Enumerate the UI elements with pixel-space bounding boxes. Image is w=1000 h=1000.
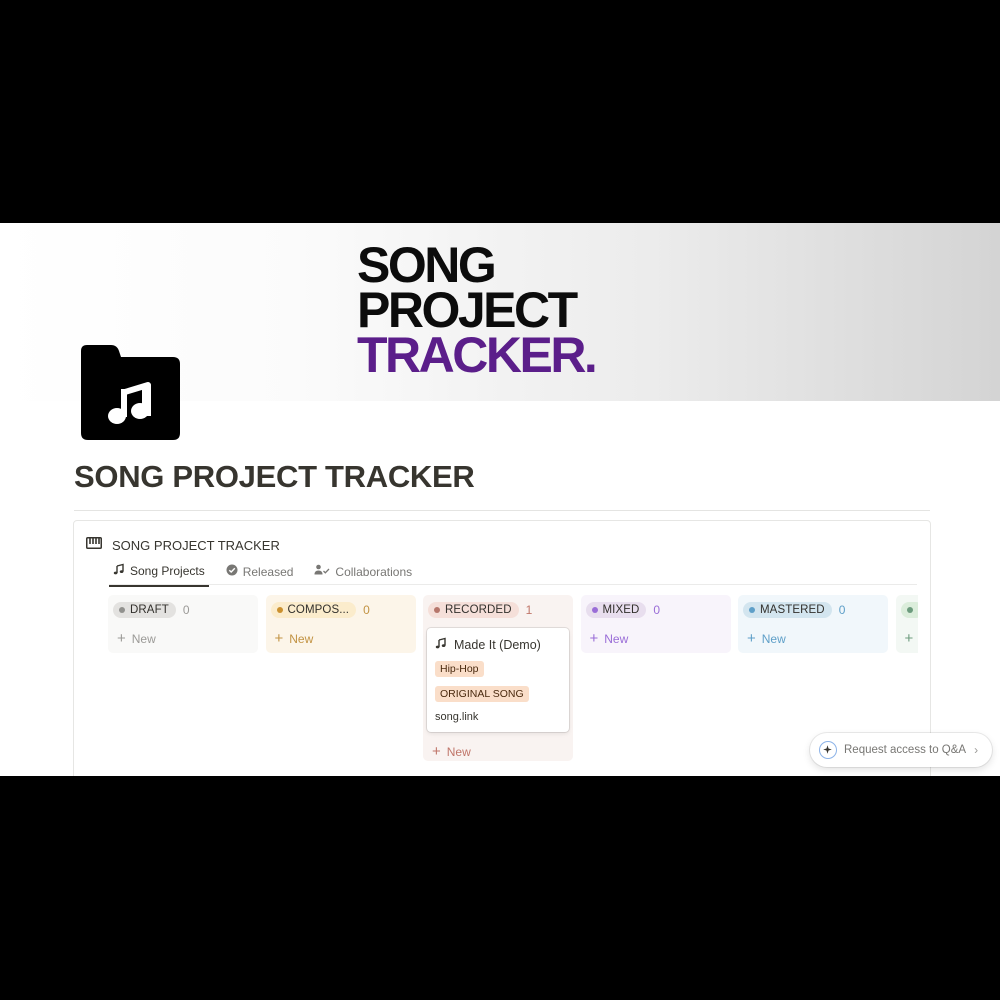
card-link[interactable]: song.link: [435, 711, 561, 723]
new-item-button[interactable]: + New: [108, 619, 258, 650]
tab-label: Collaborations: [335, 564, 413, 579]
board-column: MASTERED 0 + New: [738, 595, 888, 653]
page-title[interactable]: SONG PROJECT TRACKER: [74, 459, 475, 495]
title-divider: [74, 510, 930, 511]
notion-page: SONG PROJECT TRACKER. SONG PROJECT TRACK…: [0, 223, 1000, 776]
card-title-text: Made It (Demo): [454, 637, 541, 652]
status-dot-icon: [591, 606, 598, 613]
board-column: RECORDED 1 Made It (Demo) Hip-Hop ORIGINAL S…: [423, 595, 573, 761]
tag: ORIGINAL SONG: [435, 686, 529, 702]
database-title[interactable]: SONG PROJECT TRACKER: [112, 538, 280, 553]
people-check-icon: [314, 564, 330, 579]
check-circle-icon: [226, 564, 238, 579]
column-count: 0: [653, 602, 661, 617]
status-name: MASTERED: [760, 603, 825, 616]
plus-icon: +: [904, 630, 914, 647]
plus-icon: +: [274, 630, 284, 647]
tag-row: Hip-Hop: [435, 652, 561, 677]
request-qa-button[interactable]: Request access to Q&A ›: [810, 733, 992, 767]
status-dot-icon: [749, 606, 755, 613]
tabs-divider: [109, 584, 917, 585]
status-pill: DRAFT: [113, 601, 176, 618]
status-name: RECORDED: [445, 603, 512, 616]
status-pill: COMPOS...: [270, 601, 357, 618]
board-column: +New: [895, 595, 919, 653]
status-dot-icon: [276, 606, 283, 613]
cover-title: SONG PROJECT TRACKER.: [357, 240, 598, 383]
status-pill: MASTERED: [743, 601, 832, 618]
chevron-right-icon: ›: [974, 743, 979, 757]
board-column: MIXED 0 + New: [580, 595, 731, 653]
music-note-icon: [113, 563, 125, 578]
board-column: DRAFT 0 + New: [108, 595, 258, 653]
new-item-button[interactable]: + New: [423, 732, 573, 763]
new-item-button[interactable]: +New: [896, 619, 919, 650]
column-header[interactable]: MIXED 0: [581, 595, 731, 619]
column-count: 1: [525, 602, 533, 617]
column-header[interactable]: RECORDED 1: [423, 595, 573, 619]
status-name: MIXED: [602, 603, 640, 616]
column-count: 0: [838, 602, 846, 617]
plus-icon: +: [747, 630, 756, 647]
new-label: New: [289, 632, 314, 646]
new-label: New: [604, 632, 629, 646]
tag-row: ORIGINAL SONG: [435, 677, 561, 702]
kanban-board: DRAFT 0 + New COMPOS... 0 + New RECORDED 1 Made It…: [108, 595, 918, 776]
song-card[interactable]: Made It (Demo) Hip-Hop ORIGINAL SONG song.l…: [427, 628, 569, 732]
piano-icon: [86, 536, 102, 554]
card-title: Made It (Demo): [435, 637, 561, 652]
status-name: DRAFT: [130, 603, 169, 616]
board-column: COMPOS... 0 + New: [265, 595, 416, 653]
new-item-button[interactable]: + New: [266, 619, 416, 650]
status-pill: RECORDED: [428, 601, 519, 618]
new-item-button[interactable]: + New: [738, 619, 888, 650]
new-label: New: [131, 632, 156, 646]
column-header[interactable]: MASTERED 0: [738, 595, 888, 619]
new-item-button[interactable]: + New: [581, 619, 731, 650]
column-count: 0: [182, 602, 190, 617]
plus-icon: +: [589, 630, 599, 647]
new-label: New: [761, 632, 786, 646]
database-header: SONG PROJECT TRACKER: [86, 536, 280, 554]
plus-icon: +: [117, 630, 126, 647]
tag: Hip-Hop: [435, 661, 484, 677]
status-dot-icon: [119, 606, 125, 613]
music-folder-icon[interactable]: [81, 345, 181, 441]
status-dot-icon: [906, 606, 913, 613]
status-dot-icon: [434, 606, 440, 613]
column-header[interactable]: DRAFT 0: [108, 595, 258, 619]
column-header[interactable]: [896, 595, 918, 619]
status-pill: MIXED: [585, 601, 647, 618]
status-pill: [900, 601, 918, 618]
plus-icon: +: [432, 743, 441, 760]
music-note-icon: [435, 637, 447, 652]
column-header[interactable]: COMPOS... 0: [266, 595, 416, 619]
tab-label: Released: [242, 564, 294, 579]
database-view: SONG PROJECT TRACKER Song Projects Relea…: [73, 520, 931, 776]
request-qa-label: Request access to Q&A: [844, 744, 967, 756]
cover-line-3: TRACKER.: [357, 327, 598, 383]
new-label: New: [446, 745, 471, 759]
status-name: COMPOS...: [287, 603, 350, 616]
tab-label: Song Projects: [130, 563, 205, 578]
sparkle-icon: [819, 741, 837, 759]
column-count: 0: [363, 602, 370, 617]
